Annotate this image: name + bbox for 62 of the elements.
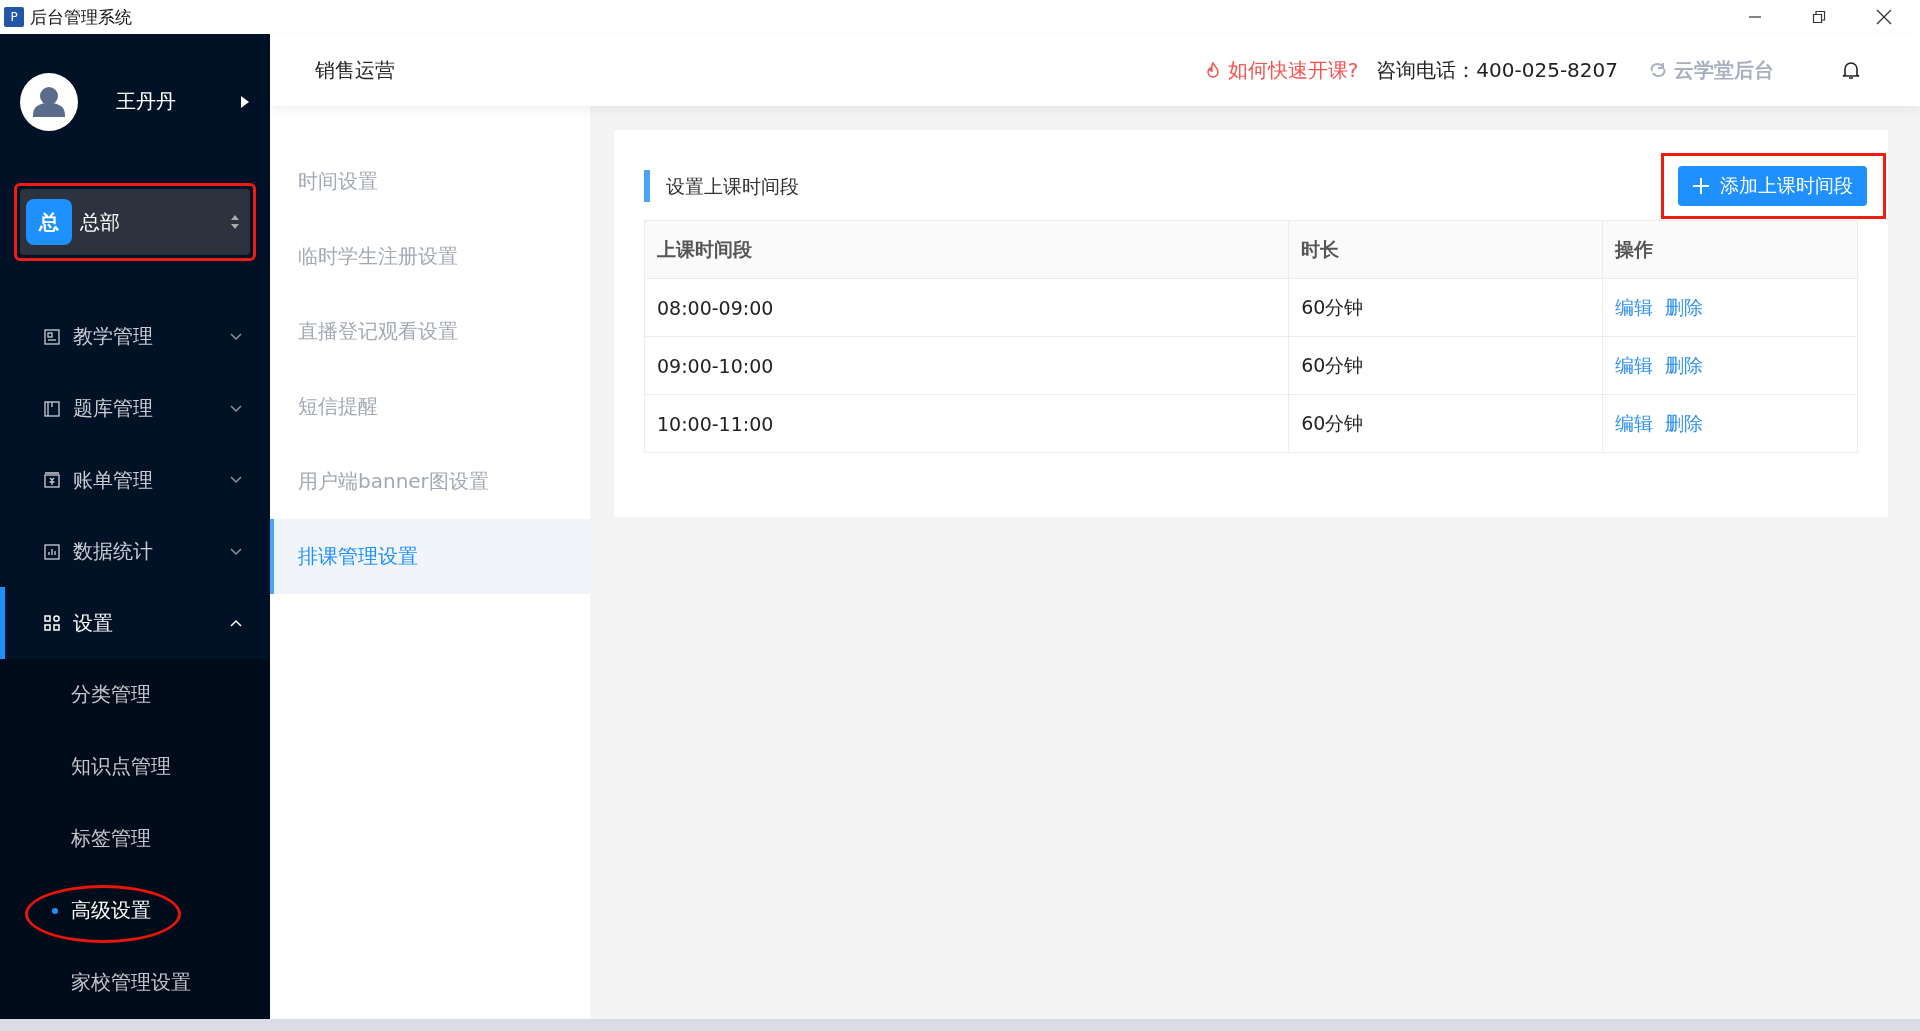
chevron-up-icon	[230, 619, 242, 628]
table-cell: 10:00-11:00	[644, 394, 1289, 453]
column-header: 操作	[1602, 220, 1858, 279]
chevron-down-icon	[230, 547, 242, 556]
org-badge: 总	[26, 199, 72, 246]
table-cell: 60分钟	[1288, 394, 1603, 453]
avatar-icon[interactable]	[20, 72, 78, 131]
brand-link[interactable]: 云学堂后台	[1648, 56, 1774, 84]
chevron-down-icon	[230, 404, 242, 413]
nav-item[interactable]: 题库管理	[0, 372, 270, 445]
bell-icon[interactable]	[1842, 60, 1860, 80]
submenu-item[interactable]: 家校管理设置	[0, 947, 270, 1019]
flame-icon	[1205, 61, 1220, 79]
action-link[interactable]: 删除	[1664, 411, 1703, 434]
action-link[interactable]: 删除	[1664, 295, 1703, 318]
nav-item[interactable]: 账单管理	[0, 444, 270, 516]
grid-icon	[43, 614, 61, 633]
refresh-icon	[1648, 62, 1668, 78]
nav-item[interactable]: 教学管理	[0, 301, 270, 373]
table-cell: 09:00-10:00	[644, 336, 1289, 395]
id-card-icon	[43, 327, 61, 346]
add-button[interactable]: 添加上课时间段	[1678, 166, 1867, 206]
restore-icon[interactable]	[1812, 10, 1826, 24]
section-title: 设置上课时间段	[644, 170, 799, 202]
help-link[interactable]: 如何快速开课?	[1205, 56, 1359, 84]
nav-item[interactable]: 数据统计	[0, 515, 270, 588]
table-cell: 60分钟	[1288, 278, 1603, 337]
settings-tab[interactable]: 临时学生注册设置	[270, 219, 590, 294]
bar-chart-icon	[43, 542, 61, 561]
window-title: 后台管理系统	[30, 5, 132, 29]
action-link[interactable]: 编辑	[1614, 295, 1653, 318]
settings-tab[interactable]: 排课管理设置	[270, 519, 590, 594]
chevron-down-icon	[230, 332, 242, 341]
action-link[interactable]: 编辑	[1614, 353, 1653, 376]
table-cell: 60分钟	[1288, 336, 1603, 395]
caret-icon[interactable]	[240, 94, 250, 109]
column-header: 上课时间段	[644, 220, 1289, 279]
table-cell: 08:00-09:00	[644, 278, 1289, 337]
book-icon	[43, 399, 61, 418]
user-name[interactable]: 王丹丹	[116, 88, 240, 116]
sort-icon	[230, 214, 240, 231]
submenu-item[interactable]: 标签管理	[0, 803, 270, 875]
settings-tab[interactable]: 时间设置	[270, 144, 590, 219]
column-header: 时长	[1288, 220, 1603, 279]
close-icon[interactable]	[1876, 9, 1892, 25]
action-link[interactable]: 编辑	[1614, 411, 1653, 434]
settings-tab[interactable]: 用户端banner图设置	[270, 444, 590, 519]
settings-tab[interactable]: 短信提醒	[270, 369, 590, 444]
org-name: 总部	[80, 208, 121, 236]
active-dot	[52, 908, 58, 914]
plus-icon	[1692, 177, 1710, 195]
org-switcher[interactable]: 总 总部	[20, 189, 250, 256]
app-icon: P	[4, 7, 24, 27]
phone-number: 咨询电话：400-025-8207	[1376, 56, 1618, 84]
settings-tab[interactable]: 直播登记观看设置	[270, 294, 590, 369]
submenu-item[interactable]: 知识点管理	[0, 731, 270, 803]
page-title: 销售运营	[315, 56, 395, 84]
chevron-down-icon	[230, 476, 242, 485]
receipt-icon	[43, 471, 61, 490]
submenu-item[interactable]: 分类管理	[0, 659, 270, 731]
submenu-item[interactable]: 高级设置	[0, 875, 270, 947]
action-link[interactable]: 删除	[1664, 353, 1703, 376]
